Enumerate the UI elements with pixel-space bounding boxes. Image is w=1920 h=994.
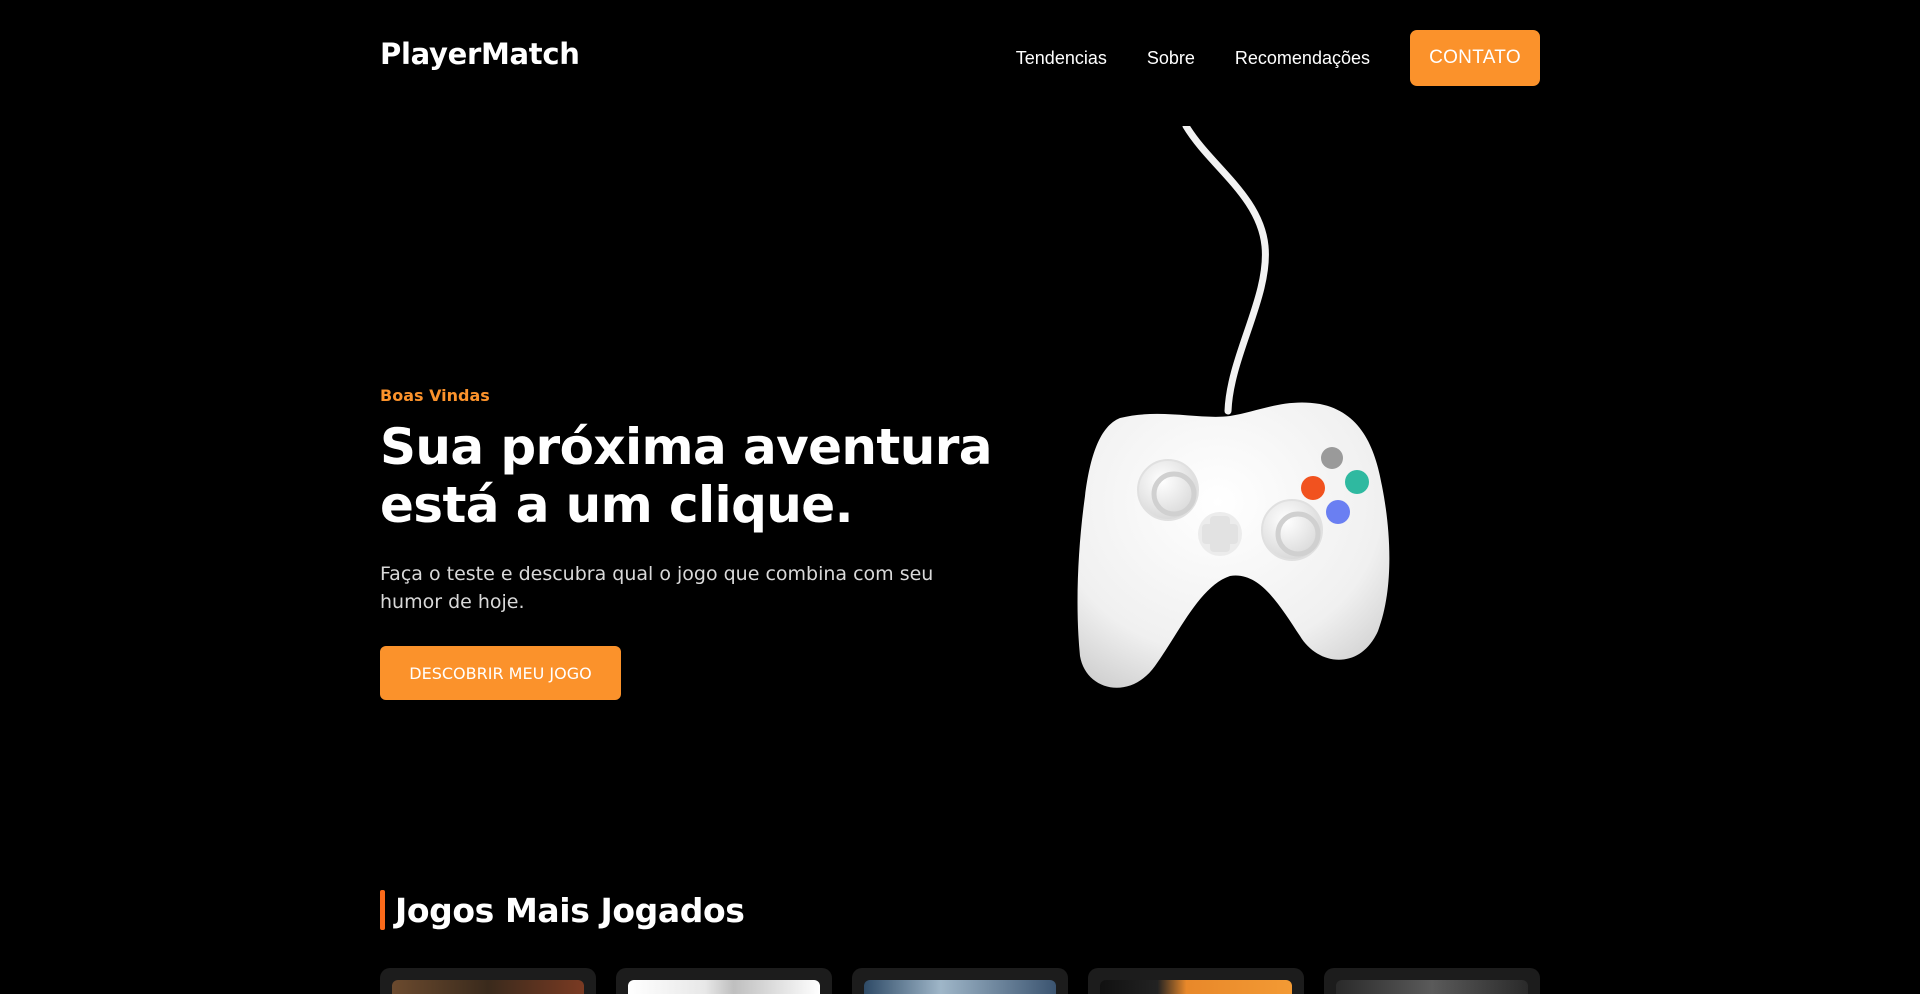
game-card-image bbox=[392, 980, 584, 994]
section-title: Jogos Mais Jogados bbox=[395, 890, 745, 930]
game-card-image bbox=[864, 980, 1056, 994]
game-card[interactable] bbox=[380, 968, 596, 994]
section-accent-bar bbox=[380, 890, 385, 930]
page-container: PlayerMatch Tendencias Sobre Recomendaçõ… bbox=[380, 0, 1540, 994]
nav-link-sobre[interactable]: Sobre bbox=[1147, 48, 1195, 69]
nav-link-tendencias[interactable]: Tendencias bbox=[1016, 48, 1107, 69]
hero-eyebrow: Boas Vindas bbox=[380, 386, 490, 405]
contact-button[interactable]: CONTATO bbox=[1410, 30, 1540, 86]
game-cards-row bbox=[380, 968, 1540, 994]
game-card-image bbox=[1336, 980, 1528, 994]
game-card[interactable] bbox=[1324, 968, 1540, 994]
nav-link-recomendacoes[interactable]: Recomendações bbox=[1235, 48, 1370, 69]
game-card[interactable] bbox=[852, 968, 1068, 994]
game-card[interactable] bbox=[616, 968, 832, 994]
game-card-image bbox=[628, 980, 820, 994]
game-card[interactable] bbox=[1088, 968, 1304, 994]
main-nav: Tendencias Sobre Recomendações CONTATO bbox=[1016, 30, 1540, 86]
discover-game-button[interactable]: DESCOBRIR MEU JOGO bbox=[380, 646, 621, 700]
hero-title: Sua próxima aventura está a um clique. bbox=[380, 418, 993, 534]
section-header: Jogos Mais Jogados bbox=[380, 890, 745, 930]
game-card-image bbox=[1100, 980, 1292, 994]
site-logo[interactable]: PlayerMatch bbox=[380, 37, 580, 71]
game-controller-icon bbox=[1060, 122, 1420, 696]
hero-description: Faça o teste e descubra qual o jogo que … bbox=[380, 563, 934, 613]
site-header: PlayerMatch Tendencias Sobre Recomendaçõ… bbox=[380, 30, 1540, 86]
